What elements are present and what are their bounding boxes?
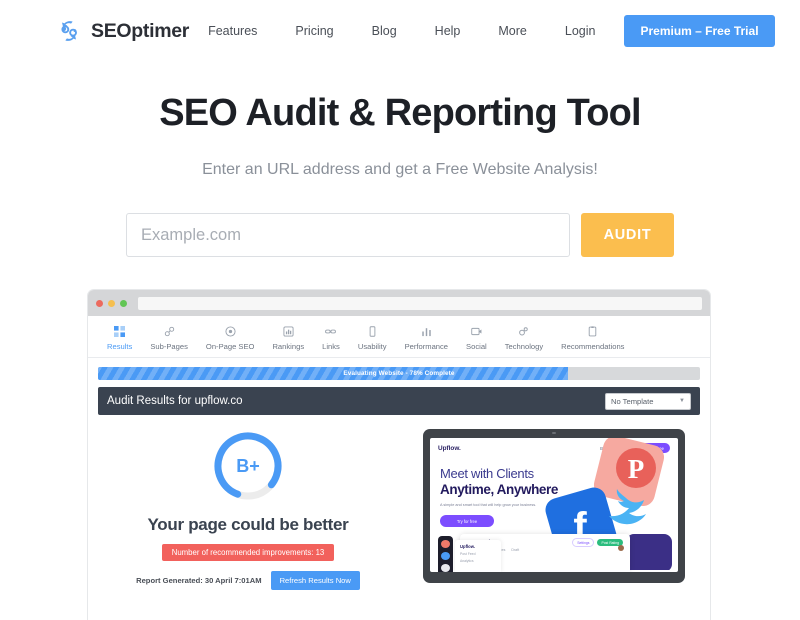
tab-social[interactable]: Social <box>457 325 496 351</box>
tab-label: Usability <box>357 342 387 351</box>
score-panel: B+ Your page could be better Number of r… <box>98 429 398 590</box>
link-chain-icon <box>164 325 175 338</box>
preview-pill-settings: Settings <box>572 538 595 547</box>
device-frame: P f Upflow. Blog Login Try for free <box>423 429 685 583</box>
progress-label: Evaluating Website - 78% Complete <box>343 370 455 377</box>
preview-mini-panel: Upflow. Post Feed Analytics <box>455 540 501 572</box>
preview-mini-row: Post Feed <box>460 552 476 556</box>
page-title: SEO Audit & Reporting Tool <box>159 92 641 134</box>
preview-card-tab: Draft <box>511 548 520 552</box>
report-generated-text: Report Generated: 30 April 7:01AM <box>136 576 262 585</box>
score-gauge: B+ <box>211 429 285 503</box>
device-screen: P f Upflow. Blog Login Try for free <box>430 438 678 572</box>
refresh-results-button[interactable]: Refresh Results Now <box>270 571 360 590</box>
tab-label: Performance <box>404 342 449 351</box>
minimize-dot-icon <box>108 299 115 307</box>
tab-results[interactable]: Results <box>98 325 141 351</box>
nav-item-blog[interactable]: Blog <box>353 18 416 44</box>
preview-card-pills: Settings Post Rating <box>572 538 623 547</box>
preview-headline-line1: Meet with Clients <box>440 466 534 481</box>
close-dot-icon <box>96 299 103 307</box>
preview-subtext: A simple and smart tool that will help g… <box>440 503 537 507</box>
maximize-dot-icon <box>120 299 127 307</box>
chart-box-icon <box>283 325 294 338</box>
browser-mockup: Results Sub-Pages On-Page SEO Rankings L… <box>88 290 710 620</box>
chain-icon <box>325 325 337 338</box>
score-headline: Your page could be better <box>147 515 349 534</box>
preview-headline-line2: Anytime, Anywhere <box>440 482 558 497</box>
evaluation-progress-bar: Evaluating Website - 78% Complete <box>98 367 700 380</box>
browser-chrome <box>88 290 710 316</box>
tab-performance[interactable]: Performance <box>396 325 457 351</box>
preview-hero: Meet with Clients Anytime, Anywhere A si… <box>430 458 678 527</box>
grid-icon <box>114 325 126 338</box>
gear-refresh-icon <box>61 21 77 41</box>
tab-technology[interactable]: Technology <box>496 325 552 351</box>
audit-form: AUDIT <box>0 213 800 257</box>
target-icon <box>225 325 236 338</box>
url-input[interactable] <box>126 213 570 257</box>
brand-name: SEOptimer <box>91 19 190 42</box>
gears-icon <box>518 325 529 338</box>
audit-results-title: Audit Results for upflow.co <box>107 395 243 407</box>
tab-recommendations[interactable]: Recommendations <box>552 325 633 351</box>
rail-dot-icon <box>441 564 450 572</box>
media-icon <box>471 325 482 338</box>
tab-label: On-Page SEO <box>205 342 255 351</box>
clipboard-icon <box>587 325 598 338</box>
audit-button[interactable]: AUDIT <box>581 213 674 257</box>
tab-usability[interactable]: Usability <box>349 325 396 351</box>
nav-item-features[interactable]: Features <box>189 18 276 44</box>
tab-label: Technology <box>504 342 544 351</box>
tab-label: Rankings <box>272 342 305 351</box>
tab-label: Social <box>466 342 487 351</box>
template-dropdown-value: No Template <box>611 396 654 406</box>
nav-item-help[interactable]: Help <box>416 18 480 44</box>
tab-label: Links <box>322 342 340 351</box>
results-body: B+ Your page could be better Number of r… <box>88 415 710 590</box>
template-dropdown[interactable]: No Template ▼ <box>605 392 691 410</box>
preview-mini-row: Analytics <box>460 559 474 563</box>
mobile-icon <box>367 325 378 338</box>
main-nav: Features Pricing Blog Help More Login Pr… <box>189 15 775 47</box>
nav-item-pricing[interactable]: Pricing <box>276 18 352 44</box>
nav-item-login[interactable]: Login <box>546 18 615 44</box>
site-preview-panel: P f Upflow. Blog Login Try for free <box>408 429 700 590</box>
browser-url-bar[interactable] <box>138 296 702 310</box>
preview-side-rail <box>438 536 453 572</box>
site-header: SEOptimer Features Pricing Blog Help Mor… <box>0 0 800 62</box>
score-grade: B+ <box>236 455 260 476</box>
tab-sub-pages[interactable]: Sub-Pages <box>141 325 197 351</box>
preview-avatar <box>618 545 624 551</box>
rail-dot-icon <box>441 540 450 548</box>
preview-cta-button: Try for free <box>440 515 494 527</box>
report-meta-row: Report Generated: 30 April 7:01AM Refres… <box>136 571 360 590</box>
brand-logo[interactable]: SEOptimer <box>56 18 189 44</box>
tab-rankings[interactable]: Rankings <box>263 325 313 351</box>
page-subtitle: Enter an URL address and get a Free Webs… <box>202 161 598 178</box>
rail-dot-icon <box>441 552 450 560</box>
tab-label: Recommendations <box>561 342 625 351</box>
hero-section: SEO Audit & Reporting Tool Enter an URL … <box>0 62 800 257</box>
tab-label: Results <box>107 342 133 351</box>
chevron-down-icon: ▼ <box>679 398 685 404</box>
tab-label: Sub-Pages <box>150 342 188 351</box>
improvements-badge: Number of recommended improvements: 13 <box>161 544 335 561</box>
nav-item-more[interactable]: More <box>479 18 545 44</box>
audit-results-header: Audit Results for upflow.co No Template … <box>98 387 700 415</box>
tab-on-page-seo[interactable]: On-Page SEO <box>197 325 264 351</box>
report-tabbar: Results Sub-Pages On-Page SEO Rankings L… <box>88 316 710 358</box>
preview-mini-logo: Upflow. <box>460 544 475 549</box>
premium-free-trial-button[interactable]: Premium – Free Trial <box>624 15 775 47</box>
tab-links[interactable]: Links <box>313 325 349 351</box>
bar-chart-icon <box>421 325 432 338</box>
